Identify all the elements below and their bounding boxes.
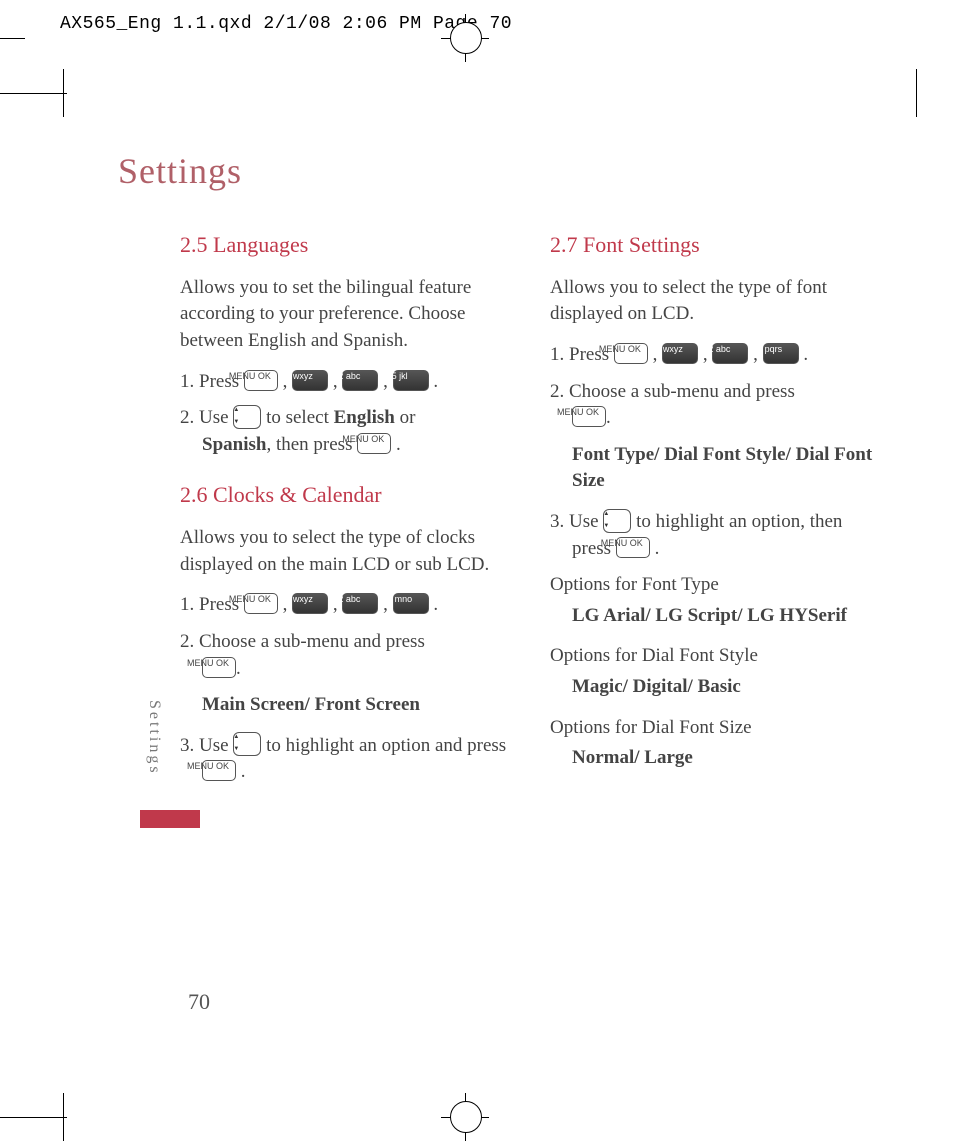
text: . [429, 594, 439, 615]
step-text: 1. Press MENU OK , 9 wxyz , 2 abc , 5 jk… [180, 369, 510, 396]
body-text: Allows you to select the type of font di… [550, 275, 880, 328]
option-values: Normal/ Large [572, 745, 880, 772]
left-column: 2.5 Languages Allows you to set the bili… [180, 222, 510, 796]
option-values: LG Arial/ LG Script/ LG HYSerif [572, 603, 880, 630]
right-column: 2.7 Font Settings Allows you to select t… [550, 222, 880, 796]
submenu-label: Main Screen/ Front Screen [202, 692, 510, 719]
section-heading-clocks: 2.6 Clocks & Calendar [180, 480, 510, 511]
option-label: Options for Dial Font Size [550, 715, 880, 742]
page-title: Settings [118, 150, 914, 192]
text: . [236, 658, 241, 679]
registration-mark-icon [450, 22, 482, 54]
text: , [378, 371, 392, 392]
menu-ok-key-icon: MENU OK [244, 593, 278, 614]
key-2-icon: 2 abc [712, 343, 748, 364]
step-text: 2. Use to select English or Spanish, the… [180, 405, 510, 458]
crop-mark [63, 1093, 64, 1141]
section-heading-languages: 2.5 Languages [180, 230, 510, 261]
section-heading-font: 2.7 Font Settings [550, 230, 880, 261]
text: to select [266, 407, 334, 428]
crop-mark [0, 38, 25, 39]
side-tab-indicator [140, 810, 200, 828]
crop-mark [916, 69, 917, 117]
menu-ok-key-icon: MENU OK [202, 760, 236, 781]
key-2-icon: 2 abc [342, 370, 378, 391]
body-text: Allows you to select the type of clocks … [180, 525, 510, 578]
option-values: Magic/ Digital/ Basic [572, 674, 880, 701]
text-bold: English [334, 407, 395, 428]
option-label: Options for Font Type [550, 572, 880, 599]
menu-ok-key-icon: MENU OK [202, 657, 236, 678]
nav-key-icon [603, 509, 631, 533]
side-tab-label: Settings [145, 700, 163, 776]
step-text: 3. Use to highlight an option and press … [180, 733, 510, 786]
step-text: 1. Press MENU OK , 9 wxyz , 2 abc , 7 pq… [550, 342, 880, 369]
key-5-icon: 5 jkl [393, 370, 429, 391]
text: . [799, 344, 809, 365]
menu-ok-key-icon: MENU OK [614, 343, 648, 364]
page-number: 70 [188, 989, 210, 1015]
menu-ok-key-icon: MENU OK [357, 433, 391, 454]
step-text: 1. Press MENU OK , 9 wxyz , 2 abc , 6 mn… [180, 592, 510, 619]
menu-ok-key-icon: MENU OK [244, 370, 278, 391]
registration-mark-icon [450, 1101, 482, 1133]
nav-key-icon [233, 405, 261, 429]
text: 3. Use [550, 511, 603, 532]
step-text: 2. Choose a sub-menu and press MENU OK. [180, 629, 510, 682]
submenu-label: Font Type/ Dial Font Style/ Dial Font Si… [572, 442, 880, 495]
text: to highlight an option and press [266, 735, 506, 756]
text: . [391, 434, 401, 455]
text: . [236, 761, 246, 782]
step-text: 3. Use to highlight an option, then pres… [550, 509, 880, 562]
key-6-icon: 6 mno [393, 593, 429, 614]
key-7-icon: 7 pqrs [763, 343, 799, 364]
text-bold: Spanish [202, 434, 266, 455]
key-2-icon: 2 abc [342, 593, 378, 614]
crop-mark [0, 1117, 67, 1118]
text: . [650, 538, 660, 559]
text: 3. Use [180, 735, 233, 756]
menu-ok-key-icon: MENU OK [616, 537, 650, 558]
crop-mark [0, 93, 67, 94]
text: or [395, 407, 416, 428]
key-9-icon: 9 wxyz [292, 593, 328, 614]
body-text: Allows you to set the bilingual feature … [180, 275, 510, 355]
text: 2. Choose a sub-menu and press [550, 381, 795, 402]
text: . [606, 407, 611, 428]
key-9-icon: 9 wxyz [292, 370, 328, 391]
nav-key-icon [233, 732, 261, 756]
print-slug: AX565_Eng 1.1.qxd 2/1/08 2:06 PM Page 70 [60, 14, 512, 34]
text: 2. Choose a sub-menu and press [180, 631, 425, 652]
menu-ok-key-icon: MENU OK [572, 406, 606, 427]
crop-mark [63, 69, 64, 117]
option-label: Options for Dial Font Style [550, 643, 880, 670]
step-text: 2. Choose a sub-menu and press MENU OK. [550, 379, 880, 432]
page-content: Settings Settings 2.5 Languages Allows y… [70, 90, 914, 1095]
text: 2. Use [180, 407, 233, 428]
text: . [429, 371, 439, 392]
key-9-icon: 9 wxyz [662, 343, 698, 364]
